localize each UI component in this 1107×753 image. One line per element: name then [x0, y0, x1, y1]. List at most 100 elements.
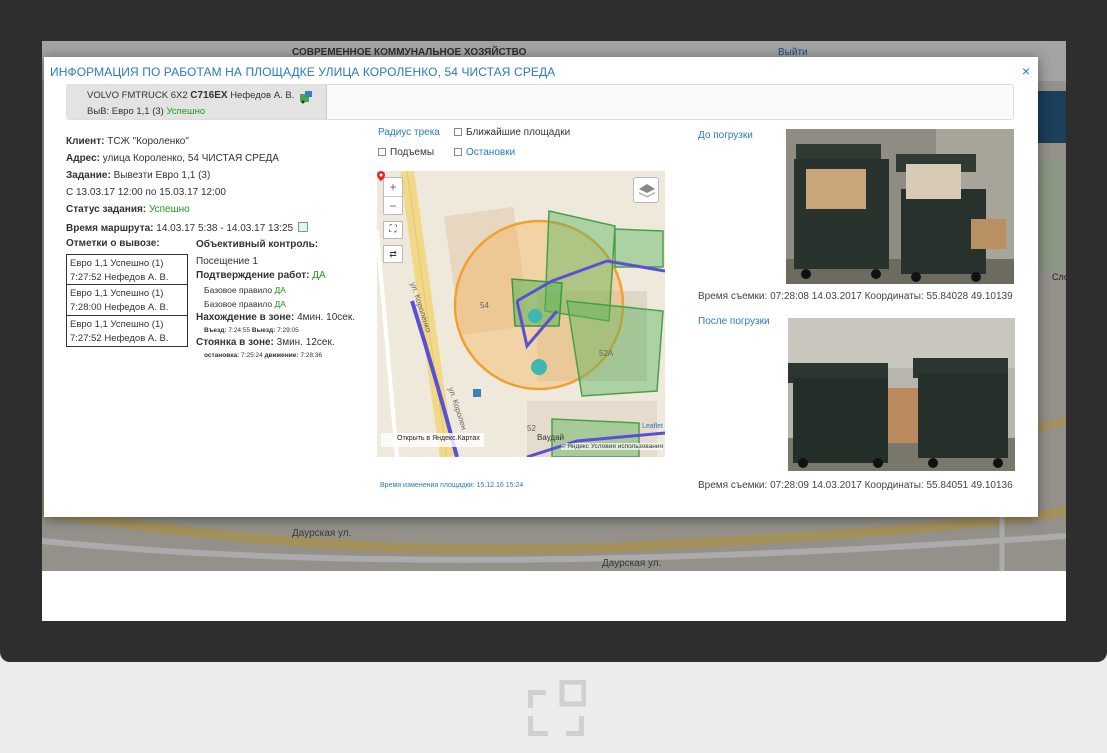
confirm-label: Подтверждение работ: — [196, 270, 310, 281]
expand-icon[interactable] — [526, 680, 586, 740]
stops-checkbox[interactable] — [454, 148, 462, 156]
truck-status: Успешно — [166, 106, 206, 117]
zone-value: 4мин. 10сек. — [297, 312, 356, 323]
mark-line: 7:27:52 Нефедов А. В. — [70, 271, 169, 283]
before-photo-caption: Время съемки: 07:28:08 14.03.2017 Коорди… — [698, 291, 1013, 302]
lifts-checkbox[interactable] — [378, 148, 386, 156]
parking-label: Стоянка в зоне: — [196, 337, 274, 348]
leaflet-link[interactable]: Leaflet — [642, 423, 663, 430]
swap-icon[interactable]: ⇄ — [383, 245, 403, 263]
mark-line: Евро 1,1 Успешно (1) — [70, 258, 164, 269]
objective-title: Объективный контроль: — [196, 239, 319, 250]
mark-line: 7:28:00 Нефедов А. В. — [70, 301, 169, 313]
truck-model: VOLVO FMTRUCK 6X2 — [87, 90, 188, 101]
task-info: Клиент: ТСЖ "Короленко" Адрес: улица Кор… — [66, 133, 308, 237]
parking-value: 3мин. 12сек. — [276, 337, 335, 348]
after-loading-photo[interactable] — [788, 318, 1015, 471]
nearby-label: Ближайшие площадки — [466, 127, 571, 138]
open-in-yandex-link[interactable]: Открыть в Яндекс.Картах — [381, 433, 484, 447]
mark-line: Евро 1,1 Успешно (1) — [70, 288, 164, 299]
nearby-option[interactable]: Ближайшие площадки — [454, 127, 570, 138]
address-row: Адрес: улица Короленко, 54 ЧИСТАЯ СРЕДА — [66, 150, 308, 167]
mark-item[interactable]: Евро 1,1 Успешно (1) 7:27:52 Нефедов А. … — [66, 254, 188, 285]
entry-exit-row: Въезд: 7:24:55 Выезд: 7:29:05 — [196, 325, 355, 336]
stop-move-row: остановка: 7:25:24 движение: 7:28:36 — [196, 350, 355, 361]
before-loading-photo[interactable] — [786, 129, 1014, 284]
truck-status-icon — [300, 91, 312, 104]
client-row: Клиент: ТСЖ "Короленко" — [66, 133, 308, 150]
task-row: Задание: Вывезти Евро 1,1 (3) — [66, 167, 308, 184]
zoom-out-button[interactable]: − — [384, 196, 402, 214]
nearby-checkbox[interactable] — [454, 128, 462, 136]
confirm-value: ДА — [312, 270, 326, 281]
task-label: Задание: — [66, 170, 111, 181]
mark-line: Евро 1,1 Успешно (1) — [70, 319, 164, 330]
truck-tab[interactable]: VOLVO FMTRUCK 6X2 С716ЕХ Нефедов А. В. В… — [67, 85, 327, 119]
stops-label: Остановки — [466, 147, 516, 158]
site-info-modal: ИНФОРМАЦИЯ ПО РАБОТАМ НА ПЛОЩАДКЕ УЛИЦА … — [44, 57, 1038, 517]
house-number: 54 — [480, 301, 489, 310]
screen: СОВРЕМЕННОЕ КОММУНАЛЬНОЕ ХОЗЯЙСТВО Выйти… — [42, 41, 1066, 621]
rule-row: Базовое правило ДА — [196, 297, 355, 311]
after-loading-link[interactable]: После погрузки — [698, 316, 770, 327]
layers-icon[interactable] — [633, 177, 659, 203]
parking-row: Стоянка в зоне: 3мин. 12сек. — [196, 336, 355, 350]
exit-label: Выезд: — [251, 327, 276, 334]
truck-driver: Нефедов А. В. — [230, 90, 295, 101]
client-label: Клиент: — [66, 136, 105, 147]
truck-plate: С716ЕХ — [190, 90, 228, 101]
task-value: Вывезти Евро 1,1 (3) — [113, 170, 211, 181]
route-value: 14.03.17 5:38 - 14.03.17 13:25 — [156, 223, 294, 234]
client-value: ТСЖ "Короленко" — [107, 136, 189, 147]
entry-time: 7:24:55 — [228, 327, 251, 334]
exit-time: 7:29:05 — [277, 327, 299, 334]
zoom-in-button[interactable]: + — [384, 178, 402, 196]
rule-label: Базовое правило — [204, 285, 273, 295]
truck-task: ВыВ: Евро 1,1 (3) — [87, 106, 164, 117]
status-value: Успешно — [148, 204, 190, 215]
confirm-row: Подтверждение работ: ДА — [196, 269, 355, 283]
calendar-icon[interactable] — [297, 222, 308, 232]
after-photo-caption: Время съемки: 07:28:09 14.03.2017 Коорди… — [698, 480, 1013, 491]
truck-strip: VOLVO FMTRUCK 6X2 С716ЕХ Нефедов А. В. В… — [66, 84, 1014, 120]
before-loading-link[interactable]: До погрузки — [698, 130, 753, 141]
stop-time: 7:25:24 — [241, 352, 263, 359]
site-changed-time: Время изменения площадки: 15.12.16 15:24 — [380, 482, 524, 489]
period-row: С 13.03.17 12:00 по 15.03.17 12:00 — [66, 187, 226, 198]
zone-row: Нахождение в зоне: 4мин. 10сек. — [196, 311, 355, 325]
close-icon[interactable]: × — [1022, 63, 1030, 79]
move-time: 7:28:36 — [300, 352, 323, 359]
status-label: Статус задания: — [66, 204, 147, 215]
modal-title: ИНФОРМАЦИЯ ПО РАБОТАМ НА ПЛОЩАДКЕ УЛИЦА … — [50, 65, 556, 79]
mark-item[interactable]: Евро 1,1 Успешно (1) 7:28:00 Нефедов А. … — [66, 285, 188, 316]
mark-item[interactable]: Евро 1,1 Успешно (1) 7:27:52 Нефедов А. … — [66, 316, 188, 347]
map-attribution[interactable]: © Яндекс Условия использования — [560, 443, 663, 450]
zoom-control: + − — [383, 177, 403, 215]
route-label: Время маршрута: — [66, 223, 154, 234]
rule-label: Базовое правило — [204, 299, 273, 309]
map-pin-icon — [377, 171, 385, 181]
marks-title: Отметки о вывозе: — [66, 238, 160, 249]
rule-row: Базовое правило ДА — [196, 283, 355, 297]
house-number: 52 — [527, 424, 536, 433]
objective-control: Объективный контроль: Посещение 1 Подтве… — [196, 238, 355, 361]
entry-label: Въезд: — [204, 327, 227, 334]
marks-list: Евро 1,1 Успешно (1) 7:27:52 Нефедов А. … — [66, 254, 188, 347]
lifts-option[interactable]: Подъемы — [378, 147, 434, 158]
lifts-label: Подъемы — [390, 147, 435, 158]
radius-link[interactable]: Радиус трека — [378, 127, 440, 138]
stop-label: остановка: — [204, 352, 240, 359]
truck-task-line: ВыВ: Евро 1,1 (3) Успешно — [87, 104, 326, 120]
rule-value: ДА — [274, 285, 286, 295]
stops-option[interactable]: Остановки — [454, 147, 515, 158]
site-map[interactable]: ул. Короленко ул. Королен 54 52 52А Вауд… — [377, 171, 665, 457]
truck-line: VOLVO FMTRUCK 6X2 С716ЕХ Нефедов А. В. — [87, 88, 326, 104]
poi-label: Ваудай — [537, 433, 565, 442]
fullscreen-icon[interactable]: ⛶ — [383, 221, 403, 239]
rule-value: ДА — [274, 299, 286, 309]
mark-line: 7:27:52 Нефедов А. В. — [70, 332, 169, 344]
address-value: улица Короленко, 54 ЧИСТАЯ СРЕДА — [102, 153, 279, 164]
house-number: 52А — [599, 349, 614, 358]
status-row: Статус задания: Успешно — [66, 201, 308, 218]
route-row: Время маршрута: 14.03.17 5:38 - 14.03.17… — [66, 220, 308, 237]
